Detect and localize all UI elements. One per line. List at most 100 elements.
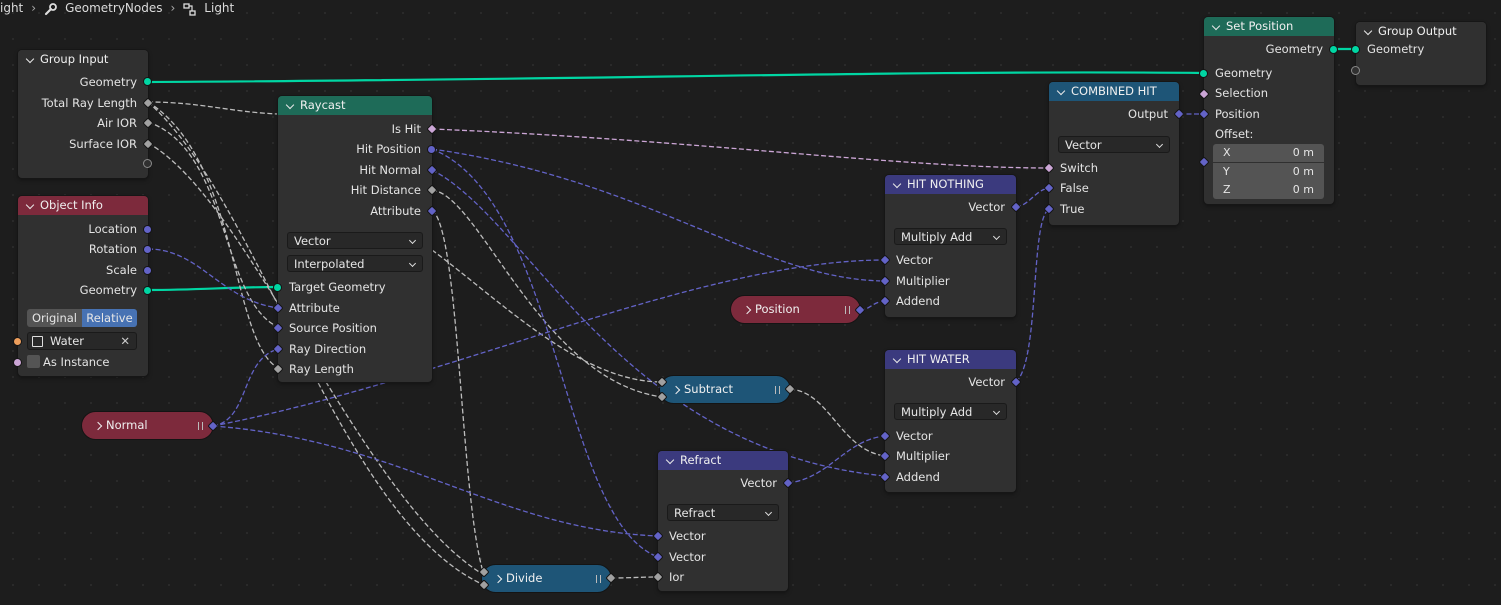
target-geometry-input-socket[interactable] <box>274 284 281 291</box>
raycast-header[interactable]: Raycast <box>278 96 432 115</box>
object-input-socket[interactable] <box>14 338 21 345</box>
hit-water-vector-socket[interactable] <box>880 431 890 441</box>
normal-label: Normal <box>106 418 148 432</box>
data-type-dropdown[interactable]: Vector <box>287 232 423 249</box>
ray-length-input-socket[interactable] <box>273 364 283 374</box>
original-toggle[interactable]: Original <box>27 309 82 327</box>
refract-vector-b-socket[interactable] <box>653 552 663 562</box>
is-hit-output-socket[interactable] <box>427 124 437 134</box>
hit-nothing-node[interactable]: HIT NOTHING Vector Multiply Add Vector M… <box>880 175 1021 317</box>
clear-icon[interactable]: ✕ <box>120 333 130 349</box>
rotation-output-socket[interactable] <box>144 246 151 253</box>
hit-normal-output-socket[interactable] <box>427 165 437 175</box>
combined-hit-node[interactable]: COMBINED HIT Output Vector Switch False … <box>1044 82 1184 225</box>
grip-icon[interactable] <box>198 422 203 430</box>
hit-nothing-multiplier-socket[interactable] <box>880 276 890 286</box>
hit-nothing-operation-dropdown[interactable]: Multiply Add <box>894 228 1007 245</box>
switch-input-socket[interactable] <box>1044 163 1054 173</box>
group-output-empty-socket[interactable] <box>1352 67 1359 74</box>
offset-z-field[interactable]: Z 0 m <box>1213 181 1324 199</box>
geometry-output-socket[interactable] <box>144 78 151 85</box>
subtract-label: Subtract <box>684 382 734 396</box>
geometry-output-socket[interactable] <box>144 287 151 294</box>
combined-hit-output-socket[interactable] <box>1174 109 1184 119</box>
position-node[interactable]: Position <box>731 296 860 323</box>
set-position-header[interactable]: Set Position <box>1204 17 1334 36</box>
combined-hit-output-label: Output <box>1128 107 1168 121</box>
normal-node[interactable]: Normal <box>82 412 213 439</box>
ray-direction-input-socket[interactable] <box>273 344 283 354</box>
refract-node[interactable]: Refract Vector Refract Vector Vector Ior <box>653 451 793 591</box>
offset-input-socket[interactable] <box>1199 157 1209 167</box>
offset-x-label: X <box>1223 146 1231 159</box>
refract-ior-socket[interactable] <box>653 572 663 582</box>
divide-node[interactable]: Divide <box>482 565 611 592</box>
group-output-header[interactable]: Group Output <box>1356 22 1486 41</box>
chevron-right-icon <box>93 421 103 431</box>
hit-water-output-label: Vector <box>968 375 1005 389</box>
relative-toggle[interactable]: Relative <box>82 309 137 327</box>
attribute-input-socket[interactable] <box>273 303 283 313</box>
breadcrumb-node-group[interactable]: Light <box>204 1 234 15</box>
hit-position-output-socket[interactable] <box>428 146 435 153</box>
hit-water-addend-socket[interactable] <box>880 472 890 482</box>
object-picker[interactable]: Water ✕ <box>27 332 137 350</box>
group-output-node[interactable]: Group Output Geometry <box>1352 22 1486 85</box>
hit-water-node[interactable]: HIT WATER Vector Multiply Add Vector Mul… <box>880 350 1021 492</box>
offset-y-label: Y <box>1223 165 1230 178</box>
hit-normal-label: Hit Normal <box>359 163 421 177</box>
mapping-dropdown[interactable]: Interpolated <box>287 255 423 272</box>
group-output-geometry-socket[interactable] <box>1352 46 1359 53</box>
true-input-socket[interactable] <box>1044 204 1054 214</box>
refract-vector-a-socket[interactable] <box>653 531 663 541</box>
source-position-input-socket[interactable] <box>273 323 283 333</box>
as-instance-checkbox[interactable] <box>27 355 40 368</box>
offset-z-label: Z <box>1223 183 1231 196</box>
set-position-node[interactable]: Set Position Geometry Geometry Selection… <box>1199 17 1337 204</box>
geometry-label: Geometry <box>79 283 137 297</box>
attribute-output-socket[interactable] <box>427 206 437 216</box>
refract-operation-dropdown[interactable]: Refract <box>667 504 779 521</box>
hit-distance-output-socket[interactable] <box>427 185 437 195</box>
raycast-node[interactable]: Raycast Is Hit Hit Position Hit Normal H… <box>273 96 437 382</box>
breadcrumb-modifier[interactable]: GeometryNodes <box>65 1 162 15</box>
set-position-geometry-socket[interactable] <box>1200 70 1207 77</box>
hit-nothing-output-socket[interactable] <box>1011 202 1021 212</box>
refract-output-socket[interactable] <box>783 478 793 488</box>
grip-icon[interactable] <box>845 306 850 314</box>
hit-water-multiplier-socket[interactable] <box>880 451 890 461</box>
air-ior-output-socket[interactable] <box>143 118 153 128</box>
group-input-surface-ior-label: Surface IOR <box>69 137 137 151</box>
grip-icon[interactable] <box>775 386 780 394</box>
as-instance-input-socket[interactable] <box>14 359 21 366</box>
object-info-header[interactable]: Object Info <box>18 196 148 215</box>
refract-output-label: Vector <box>740 476 777 490</box>
hit-nothing-vector-socket[interactable] <box>880 255 890 265</box>
group-input-header[interactable]: Group Input <box>18 50 148 69</box>
surface-ior-output-socket[interactable] <box>143 139 153 149</box>
grip-icon[interactable] <box>596 575 601 583</box>
hit-water-output-socket[interactable] <box>1011 377 1021 387</box>
object-info-node[interactable]: Object Info Location Rotation Scale Geom… <box>14 196 151 376</box>
position-input-socket[interactable] <box>1199 109 1209 119</box>
location-output-socket[interactable] <box>144 226 151 233</box>
hit-nothing-addend-socket[interactable] <box>880 296 890 306</box>
combined-hit-type-dropdown[interactable]: Vector <box>1058 136 1170 153</box>
offset-y-field[interactable]: Y 0 m <box>1213 163 1324 181</box>
refract-header[interactable]: Refract <box>658 451 788 470</box>
subtract-node[interactable]: Subtract <box>660 376 790 403</box>
hit-nothing-header[interactable]: HIT NOTHING <box>885 175 1016 194</box>
set-position-output-socket[interactable] <box>1330 46 1337 53</box>
empty-output-socket[interactable] <box>144 160 151 167</box>
breadcrumb-object[interactable]: ight <box>0 1 23 15</box>
selection-input-socket[interactable] <box>1199 89 1209 99</box>
hit-water-header[interactable]: HIT WATER <box>885 350 1016 369</box>
false-input-socket[interactable] <box>1044 183 1054 193</box>
hit-water-operation-dropdown[interactable]: Multiply Add <box>894 403 1007 420</box>
combined-hit-header[interactable]: COMBINED HIT <box>1049 82 1179 101</box>
scale-output-socket[interactable] <box>144 267 151 274</box>
offset-y-value: 0 m <box>1292 165 1314 178</box>
ray-length-output-socket[interactable] <box>143 98 153 108</box>
group-input-node[interactable]: Group Input Geometry Total Ray Length Ai… <box>18 50 153 178</box>
offset-x-field[interactable]: X 0 m <box>1213 144 1324 162</box>
